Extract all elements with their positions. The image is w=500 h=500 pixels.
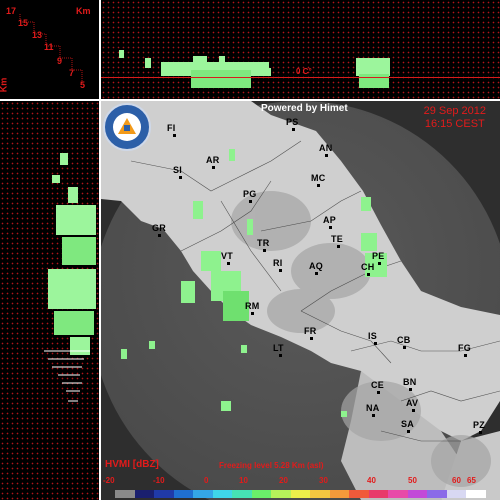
city-label-gr: GR (152, 223, 166, 237)
legend-swatch-11 (329, 490, 349, 498)
city-label-bn: BN (403, 377, 417, 391)
ew-profile-panel (101, 0, 500, 99)
legend-tick: 30 (319, 476, 328, 485)
legend-swatch-14 (388, 490, 408, 498)
city-label-pe: PE (372, 251, 385, 265)
legend-colorbar (115, 490, 486, 498)
legend-tick-labels: -20 -10 0 10 20 30 40 50 60 65 (101, 476, 500, 486)
city-label-av: AV (406, 398, 419, 412)
legend-title: HVMI [dBZ] (105, 459, 159, 470)
city-label-fi: FI (167, 123, 177, 137)
legend-swatch-10 (310, 490, 330, 498)
legend-tick: 60 (452, 476, 461, 485)
altitude-staircase (19, 14, 83, 84)
legend-tick: 50 (408, 476, 417, 485)
city-label-an: AN (319, 143, 333, 157)
legend-swatch-1 (134, 490, 154, 498)
freezing-level-line (101, 77, 500, 78)
city-label-ps: PS (286, 117, 299, 131)
legend-tick: -10 (153, 476, 165, 485)
altitude-scale-panel: Km Km 17 15 13 11 9 7 5 (0, 0, 99, 99)
time-label: 16:15 CEST (424, 118, 485, 130)
city-label-ap: AP (323, 215, 336, 229)
timestamp: 29 Sep 2012 16:15 CEST (424, 105, 486, 131)
legend-tick: 20 (279, 476, 288, 485)
city-label-ch: CH (361, 262, 375, 276)
legend-tick: -20 (103, 476, 115, 485)
logo-center-mark (124, 125, 130, 131)
legend-swatch-6 (232, 490, 252, 498)
city-label-si: SI (173, 165, 182, 179)
ew-profile-echoes (119, 50, 390, 88)
city-label-fr: FR (304, 326, 317, 340)
legend-swatch-15 (407, 490, 427, 498)
legend-swatch-7 (251, 490, 271, 498)
legend-swatch-4 (193, 490, 213, 498)
city-label-ri: RI (273, 258, 283, 272)
city-label-mc: MC (311, 173, 326, 187)
legend-swatch-2 (154, 490, 174, 498)
city-label-tr: TR (257, 238, 270, 252)
legend-tick: 65 (467, 476, 476, 485)
city-label-cb: CB (397, 335, 411, 349)
city-label-aq: AQ (309, 261, 323, 275)
city-label-vt: VT (221, 251, 233, 265)
date-label: 29 Sep 2012 (423, 105, 486, 117)
legend-swatch-12 (349, 490, 369, 498)
map-background (101, 101, 500, 500)
legend-swatch-8 (271, 490, 291, 498)
city-label-pz: PZ (473, 420, 485, 434)
legend-tick: 40 (367, 476, 376, 485)
city-label-ar: AR (206, 155, 220, 169)
legend-swatch-5 (212, 490, 232, 498)
legend-swatch-16 (427, 490, 447, 498)
legend-swatch-18 (466, 490, 486, 498)
city-label-ce: CE (371, 380, 384, 394)
legend-swatch-0 (115, 490, 135, 498)
legend-swatch-9 (290, 490, 310, 498)
powered-by-label: Powered by Himet (261, 103, 348, 114)
legend-swatch-17 (446, 490, 466, 498)
ns-profile-panel (0, 101, 99, 500)
city-label-na: NA (366, 403, 380, 417)
city-label-pg: PG (243, 189, 257, 203)
freezing-level-text: Freezing level 5.28 Km (asl) (219, 461, 324, 470)
legend-tick: 0 (204, 476, 209, 485)
city-label-fg: FG (458, 343, 471, 357)
legend-swatch-3 (173, 490, 193, 498)
radar-map: Powered by Himet 29 Sep 2012 16:15 CEST … (101, 101, 500, 500)
legend-swatch-13 (368, 490, 388, 498)
city-label-rm: RM (245, 301, 260, 315)
freezing-marker-label: 0 C° (296, 67, 312, 76)
city-label-te: TE (331, 234, 343, 248)
protezione-civile-logo (103, 103, 151, 151)
city-label-sa: SA (401, 419, 414, 433)
city-label-is: IS (368, 331, 377, 345)
ns-profile-echoes (44, 153, 96, 402)
legend-tick: 10 (239, 476, 248, 485)
city-label-lt: LT (273, 343, 284, 357)
